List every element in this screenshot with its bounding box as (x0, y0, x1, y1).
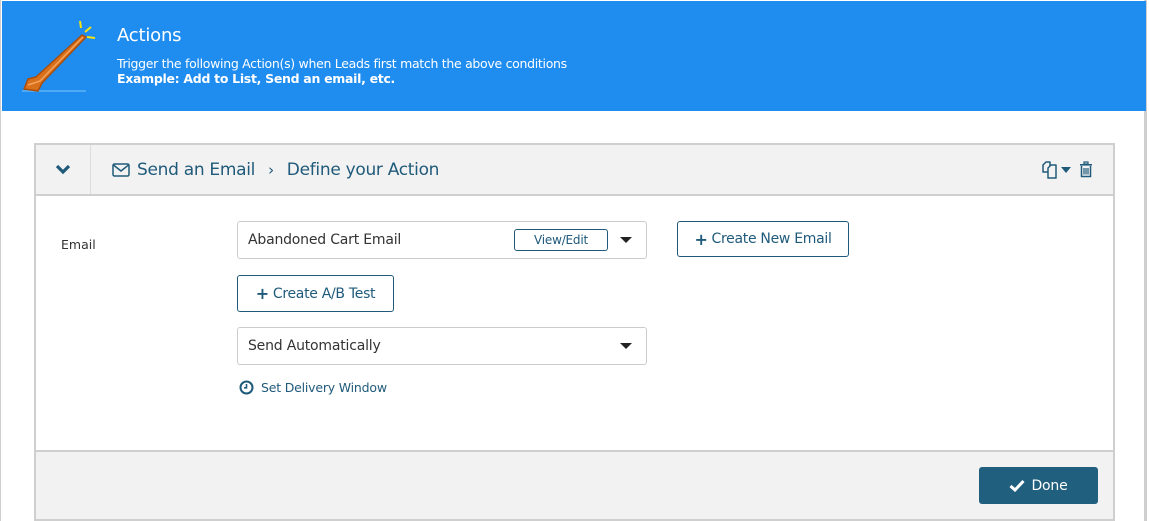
email-select-value: Abandoned Cart Email (248, 232, 402, 248)
set-delivery-window-label: Set Delivery Window (261, 380, 387, 395)
create-new-email-label: Create New Email (711, 231, 832, 247)
trash-icon (1080, 161, 1092, 178)
breadcrumb-separator: › (268, 160, 274, 179)
set-delivery-window-link[interactable]: Set Delivery Window (239, 380, 387, 395)
done-button[interactable]: Done (979, 467, 1098, 504)
breadcrumb-step: Define your Action (286, 159, 440, 180)
create-new-email-button[interactable]: + Create New Email (677, 221, 849, 257)
banner-example: Example: Add to List, Send an email, etc… (117, 71, 395, 86)
banner-title: Actions (117, 25, 182, 46)
copy-menu-button[interactable] (1040, 160, 1071, 180)
banner-subtitle: Trigger the following Action(s) when Lea… (117, 56, 567, 71)
card-footer: Done (36, 450, 1113, 521)
delivery-select-value: Send Automatically (248, 338, 381, 354)
plus-icon: + (694, 229, 708, 249)
copy-icon (1042, 160, 1057, 179)
email-select[interactable]: Abandoned Cart Email View/Edit (237, 221, 647, 259)
done-label: Done (1031, 477, 1068, 494)
page: Actions Trigger the following Action(s) … (0, 0, 1147, 521)
create-ab-test-label: Create A/B Test (272, 285, 376, 302)
check-icon (1009, 479, 1026, 492)
caret-down-icon (620, 343, 632, 349)
clock-icon (239, 380, 254, 395)
magic-wand-icon (22, 20, 96, 92)
banner-example-text: Example: Add to List, Send an email, etc… (117, 71, 396, 86)
actions-banner: Actions Trigger the following Action(s) … (2, 1, 1146, 111)
plus-icon: + (255, 284, 269, 303)
delete-button[interactable] (1079, 161, 1093, 178)
email-label: Email (61, 237, 96, 252)
envelope-icon (112, 162, 130, 177)
breadcrumb-action[interactable]: Send an Email (137, 160, 255, 180)
caret-down-icon (1061, 166, 1071, 173)
view-edit-button[interactable]: View/Edit (514, 229, 608, 251)
create-ab-test-button[interactable]: + Create A/B Test (237, 275, 394, 312)
action-card: Send an Email › Define your Action Email… (34, 143, 1115, 521)
collapse-button[interactable] (36, 145, 91, 194)
chevron-down-icon (55, 164, 71, 175)
caret-down-icon (620, 237, 632, 243)
card-header: Send an Email › Define your Action (36, 145, 1113, 196)
header-actions (1040, 145, 1093, 194)
breadcrumb: Send an Email › Define your Action (112, 145, 439, 194)
delivery-select[interactable]: Send Automatically (237, 327, 647, 365)
